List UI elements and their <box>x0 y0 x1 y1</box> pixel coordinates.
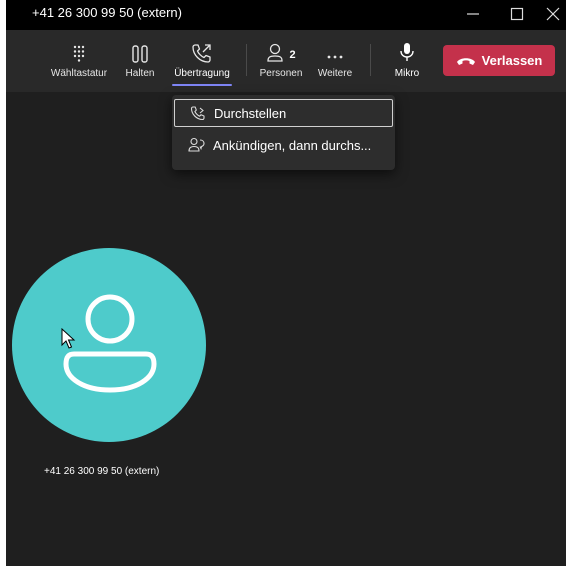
call-toolbar: Wähltastatur Halten Übertragung 2 Person… <box>6 30 566 92</box>
mouse-cursor-icon <box>61 328 76 349</box>
people-button[interactable]: 2 Personen <box>256 30 306 92</box>
mic-button[interactable]: Mikro <box>386 30 428 92</box>
toolbar-divider <box>370 44 371 76</box>
people-consult-icon <box>188 137 205 152</box>
call-window: +41 26 300 99 50 (extern) Wähltastatur H… <box>6 0 566 566</box>
participant-avatar <box>12 248 206 442</box>
minimize-icon <box>467 13 479 15</box>
person-icon <box>267 43 284 62</box>
menu-item-label: Durchstellen <box>214 105 287 121</box>
people-count-badge: 2 <box>289 49 296 61</box>
more-label: Weitere <box>317 68 353 79</box>
phone-forward-icon <box>190 106 205 121</box>
people-label: Personen <box>259 68 303 79</box>
menu-item-label: Ankündigen, dann durchs... <box>213 137 372 153</box>
close-icon <box>546 7 560 21</box>
hold-label: Halten <box>125 68 155 79</box>
person-icon <box>63 294 157 393</box>
mic-label: Mikro <box>394 68 420 79</box>
transfer-menu: Durchstellen Ankündigen, dann durchs... <box>172 95 395 170</box>
dialpad-label: Wähltastatur <box>50 68 108 79</box>
menu-item-consult-then-transfer[interactable]: Ankündigen, dann durchs... <box>174 131 393 159</box>
dialpad-button[interactable]: Wähltastatur <box>46 30 112 92</box>
transfer-label: Übertragung <box>174 68 230 79</box>
dialpad-icon <box>73 45 85 62</box>
leave-button[interactable]: Verlassen <box>443 45 555 76</box>
microphone-icon <box>400 43 414 61</box>
participant-name: +41 26 300 99 50 (extern) <box>44 466 160 477</box>
title-bar: +41 26 300 99 50 (extern) <box>6 0 566 30</box>
maximize-icon <box>510 7 524 21</box>
window-title: +41 26 300 99 50 (extern) <box>32 5 182 20</box>
pause-icon <box>132 45 148 63</box>
transfer-button[interactable]: Übertragung <box>168 30 236 92</box>
close-button[interactable] <box>536 2 566 26</box>
more-icon <box>327 55 343 59</box>
hang-up-icon <box>456 57 475 65</box>
leave-label: Verlassen <box>481 53 543 68</box>
menu-item-transfer-now[interactable]: Durchstellen <box>174 99 393 127</box>
maximize-button[interactable] <box>500 2 534 26</box>
hold-button[interactable]: Halten <box>120 30 160 92</box>
phone-transfer-icon <box>192 44 211 63</box>
toolbar-divider <box>246 44 247 76</box>
active-tab-indicator <box>172 84 232 86</box>
minimize-button[interactable] <box>456 2 490 26</box>
more-button[interactable]: Weitere <box>312 30 358 92</box>
